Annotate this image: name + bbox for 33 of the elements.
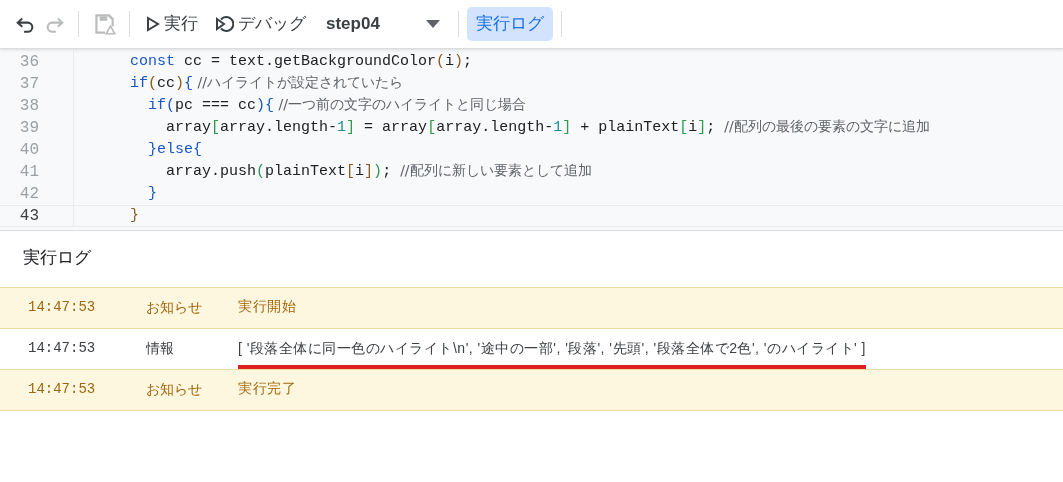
line-number: 43: [19, 206, 39, 227]
run-button[interactable]: 実行: [138, 7, 206, 41]
line-number: 37: [19, 74, 39, 95]
function-dropdown[interactable]: step04: [314, 7, 450, 41]
log-message: 実行完了: [238, 379, 296, 398]
code-line: const cc = text.getBackgroundColor(i);: [129, 51, 473, 72]
line-number: 41: [19, 162, 39, 183]
caret-icon: [426, 20, 440, 28]
code-line: array.push(plainText[i]); //配列に新しい要素として追加: [165, 161, 592, 183]
play-icon: [146, 16, 160, 32]
log-time: 14:47:53: [28, 340, 96, 356]
line-number: 38: [19, 96, 39, 117]
log-time: 14:47:53: [28, 381, 96, 397]
code-editor[interactable]: [0, 49, 1063, 231]
log-message: 実行開始: [238, 297, 296, 316]
code-line: array[array.length-1] = array[array.length-1] + plainText[i]; //配列の最後の要素の文字に追加: [165, 117, 930, 139]
code-line: }: [129, 205, 139, 226]
code-line: if(cc){ //ハイライトが設定されていたら: [129, 73, 403, 95]
execution-log-toggle[interactable]: 実行ログ: [467, 7, 553, 41]
log-title: 実行ログ: [22, 247, 92, 269]
log-level: お知らせ: [146, 381, 202, 397]
line-number: 42: [19, 184, 39, 205]
code-line: }: [147, 183, 157, 204]
log-level: 情報: [146, 340, 174, 356]
log-time: 14:47:53: [28, 299, 96, 315]
debug-button[interactable]: デバッグ: [206, 7, 314, 41]
line-number: 40: [19, 140, 39, 161]
code-line: if(pc === cc){ //一つ前の文字のハイライトと同じ場合: [147, 95, 526, 117]
line-number: 39: [19, 118, 39, 139]
code-line: }else{: [147, 139, 202, 160]
line-number: 36: [19, 52, 39, 73]
log-level: お知らせ: [146, 299, 202, 315]
debug-icon: [214, 14, 234, 34]
